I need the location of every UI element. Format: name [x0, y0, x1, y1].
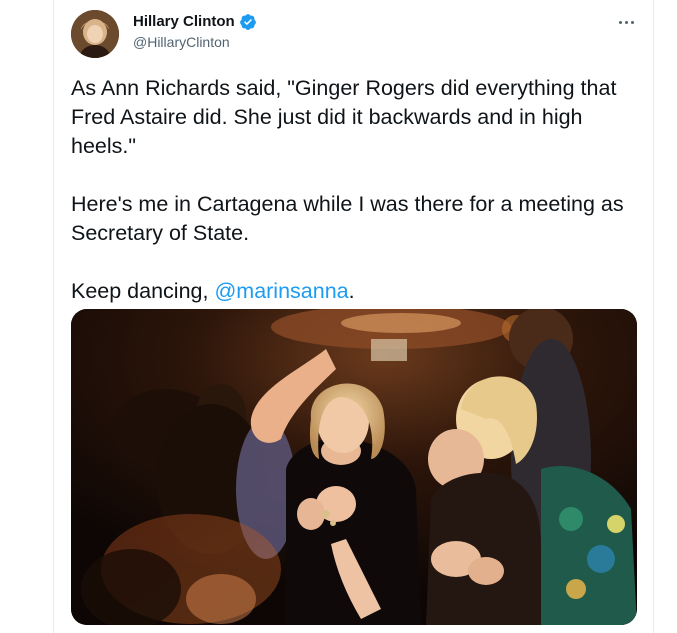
mention-link[interactable]: @marinsanna — [214, 279, 348, 303]
author-handle[interactable]: @HillaryClinton — [133, 32, 257, 52]
tweet-paragraph-3-prefix: Keep dancing, — [71, 279, 215, 303]
tweet-card: Hillary Clinton @HillaryClinton As Ann R… — [53, 0, 654, 633]
more-options-icon[interactable] — [615, 12, 637, 32]
tweet-paragraph-1: As Ann Richards said, "Ginger Rogers did… — [71, 76, 617, 158]
dancing-photo-illustration — [71, 309, 637, 625]
verified-badge-icon — [239, 13, 257, 31]
author-info: Hillary Clinton @HillaryClinton — [133, 12, 257, 52]
tweet-paragraph-3: Keep dancing, @marinsanna. — [71, 277, 641, 306]
tweet-paragraph-2: Here's me in Cartagena while I was there… — [71, 192, 624, 245]
author-name[interactable]: Hillary Clinton — [133, 12, 235, 32]
author-avatar[interactable] — [71, 10, 119, 58]
avatar-portrait — [71, 10, 119, 58]
tweet-photo[interactable] — [71, 309, 637, 625]
tweet-paragraph-3-suffix: . — [348, 279, 355, 303]
tweet-text: As Ann Richards said, "Ginger Rogers did… — [71, 74, 641, 306]
author-name-row: Hillary Clinton — [133, 12, 257, 32]
